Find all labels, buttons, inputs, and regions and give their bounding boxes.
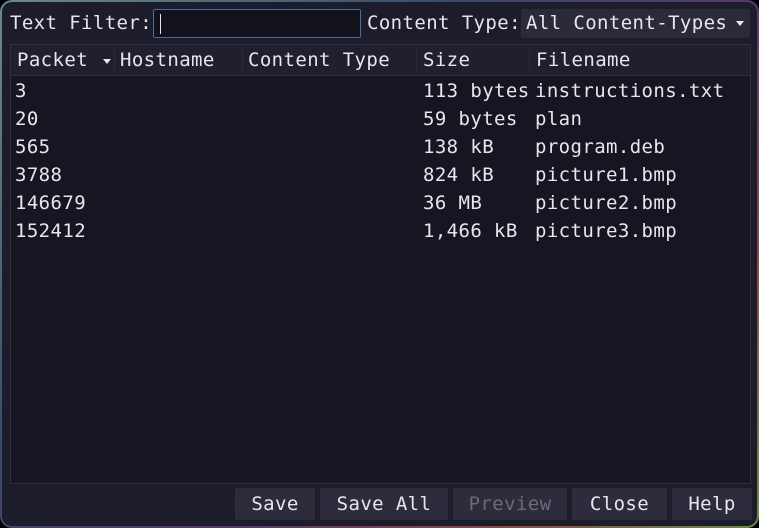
- table-row[interactable]: 152412 1,466 kB picture3.bmp: [11, 217, 750, 245]
- column-header-content-type[interactable]: Content Type: [248, 49, 390, 71]
- text-filter-input[interactable]: [153, 9, 361, 38]
- dialog-button-bar: Save Save All Preview Close Help: [2, 486, 757, 522]
- column-separator[interactable]: [416, 49, 417, 71]
- table-row[interactable]: 3 113 bytes instructions.txt: [11, 77, 750, 105]
- cell-packet: 152412: [15, 220, 87, 242]
- cell-packet: 3788: [15, 164, 63, 186]
- cell-size: 824 kB: [423, 164, 495, 186]
- column-header-packet[interactable]: Packet: [17, 49, 88, 71]
- text-filter-label: Text Filter:: [10, 12, 153, 34]
- cell-filename: plan: [535, 108, 583, 130]
- cell-size: 113 bytes: [423, 80, 530, 102]
- column-separator[interactable]: [242, 49, 243, 71]
- help-button[interactable]: Help: [672, 488, 752, 520]
- cell-filename: picture1.bmp: [535, 164, 678, 186]
- content-type-dropdown[interactable]: All Content-Types: [521, 9, 750, 38]
- column-header-size[interactable]: Size: [423, 49, 470, 71]
- cell-size: 1,466 kB: [423, 220, 518, 242]
- save-all-button[interactable]: Save All: [320, 488, 448, 520]
- table-row[interactable]: 3788 824 kB picture1.bmp: [11, 161, 750, 189]
- filter-toolbar: Text Filter: Content Type: All Content-T…: [2, 9, 757, 41]
- cell-filename: instructions.txt: [535, 80, 725, 102]
- export-objects-dialog: Text Filter: Content Type: All Content-T…: [0, 0, 759, 528]
- column-header-filename[interactable]: Filename: [536, 49, 631, 71]
- table-row[interactable]: 146679 36 MB picture2.bmp: [11, 189, 750, 217]
- close-button[interactable]: Close: [572, 488, 667, 520]
- table-row[interactable]: 20 59 bytes plan: [11, 105, 750, 133]
- cell-size: 59 bytes: [423, 108, 518, 130]
- cell-packet: 146679: [15, 192, 87, 214]
- cell-filename: program.deb: [535, 136, 666, 158]
- cell-packet: 20: [15, 108, 39, 130]
- save-button[interactable]: Save: [235, 488, 315, 520]
- column-separator[interactable]: [114, 49, 115, 71]
- cell-size: 138 kB: [423, 136, 495, 158]
- preview-button: Preview: [453, 488, 567, 520]
- content-type-label: Content Type:: [367, 12, 521, 34]
- text-cursor: [160, 14, 161, 34]
- cell-filename: picture3.bmp: [535, 220, 678, 242]
- column-separator[interactable]: [529, 49, 530, 71]
- table-header: Packet Hostname Content Type Size Filena…: [11, 45, 750, 76]
- cell-size: 36 MB: [423, 192, 483, 214]
- column-header-hostname[interactable]: Hostname: [120, 49, 215, 71]
- cell-packet: 565: [15, 136, 51, 158]
- content-type-selected: All Content-Types: [526, 12, 728, 34]
- objects-table: Packet Hostname Content Type Size Filena…: [10, 44, 751, 484]
- sort-descending-icon: [103, 59, 111, 64]
- chevron-down-icon: [736, 21, 744, 26]
- cell-filename: picture2.bmp: [535, 192, 678, 214]
- table-row[interactable]: 565 138 kB program.deb: [11, 133, 750, 161]
- cell-packet: 3: [15, 80, 27, 102]
